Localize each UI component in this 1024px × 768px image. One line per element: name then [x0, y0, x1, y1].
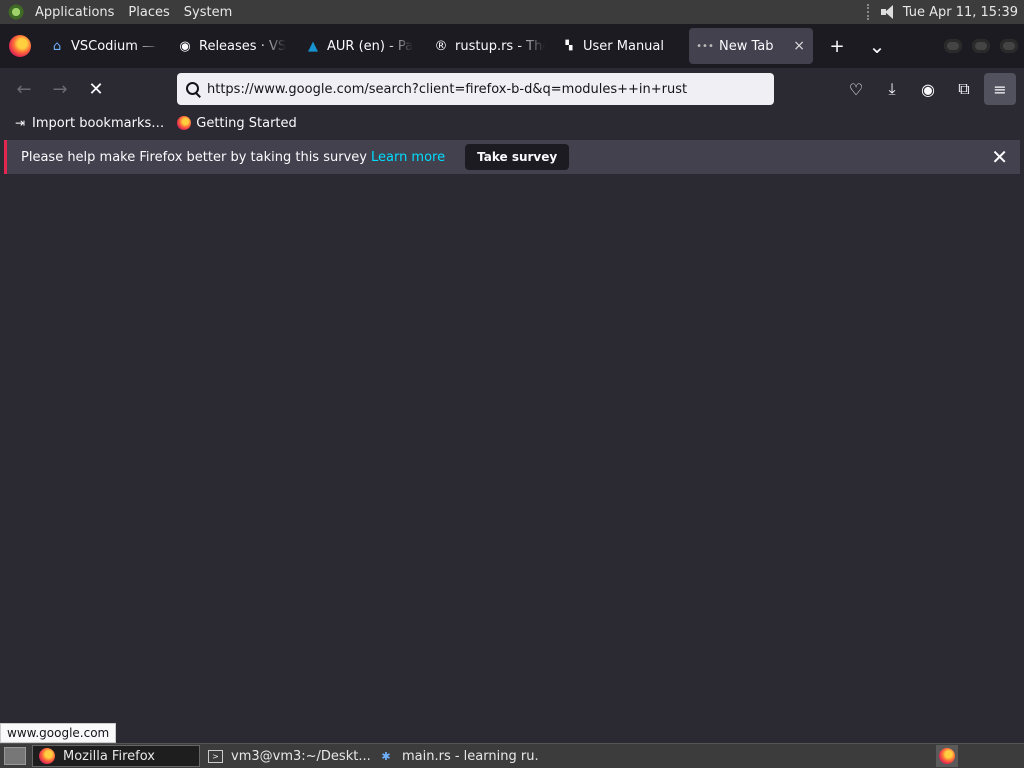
window-controls: [944, 39, 1018, 53]
bookmark-label: Getting Started: [196, 115, 297, 131]
task-terminal[interactable]: > vm3@vm3:~/Deskt...: [202, 745, 370, 767]
account-icon[interactable]: ◉: [912, 73, 944, 105]
extensions-icon[interactable]: ⧉: [948, 73, 980, 105]
rust-icon: ®: [434, 38, 448, 54]
import-icon: ⇥: [14, 116, 26, 130]
search-icon: [185, 81, 201, 97]
close-tab-icon[interactable]: ×: [793, 38, 805, 54]
tab-new-tab[interactable]: ••• New Tab ×: [689, 28, 813, 64]
tab-aur[interactable]: ▲ AUR (en) - Pa: [297, 28, 425, 64]
stop-button[interactable]: ✕: [78, 73, 114, 105]
task-label: Mozilla Firefox: [63, 748, 155, 764]
tab-label: New Tab: [719, 38, 774, 54]
status-url: www.google.com: [0, 723, 117, 743]
menu-system[interactable]: System: [177, 5, 239, 20]
task-vscodium[interactable]: ✱ main.rs - learning ru...: [372, 745, 540, 767]
forward-button[interactable]: →: [42, 73, 78, 105]
tab-label: AUR (en) - Pa: [327, 38, 414, 54]
pocket-icon[interactable]: ♡: [840, 73, 872, 105]
vscodium-icon: ✱: [381, 749, 391, 763]
menu-applications[interactable]: Applications: [28, 5, 121, 20]
tab-label: Releases · VS: [199, 38, 287, 54]
app-menu-button[interactable]: ≡: [984, 73, 1016, 105]
volume-icon[interactable]: [879, 4, 897, 20]
take-survey-button[interactable]: Take survey: [465, 144, 570, 170]
toolbar-actions: ♡ ⤓ ◉ ⧉ ≡: [840, 73, 1016, 105]
maximize-button[interactable]: [972, 39, 990, 53]
back-button[interactable]: ←: [6, 73, 42, 105]
task-label: main.rs - learning ru...: [402, 748, 540, 764]
tab-rustup[interactable]: ® rustup.rs - The: [425, 28, 553, 64]
manual-icon: ▚: [565, 41, 573, 51]
menu-places[interactable]: Places: [121, 5, 176, 20]
bookmarks-toolbar: ⇥ Import bookmarks… Getting Started: [0, 110, 1024, 136]
firefox-icon: [39, 748, 55, 764]
tab-vscodium[interactable]: ⌂ VSCodium — L: [41, 28, 169, 64]
bookmark-getting-started[interactable]: Getting Started: [176, 115, 297, 131]
clock[interactable]: Tue Apr 11, 15:39: [903, 5, 1018, 20]
firefox-view-icon[interactable]: [9, 35, 31, 57]
loading-icon: •••: [696, 40, 714, 52]
bookmark-import[interactable]: ⇥ Import bookmarks…: [12, 115, 164, 131]
task-label: vm3@vm3:~/Deskt...: [231, 748, 370, 764]
terminal-icon: >: [208, 749, 223, 763]
tab-label: User Manual: [583, 38, 665, 54]
new-tab-button[interactable]: +: [823, 32, 851, 60]
tab-strip: ⌂ VSCodium — L ◉ Releases · VS ▲ AUR (en…: [0, 24, 1024, 68]
firefox-icon: [176, 115, 192, 131]
bookmark-label: Import bookmarks…: [32, 115, 165, 131]
vscodium-icon: ⌂: [52, 38, 62, 54]
url-input[interactable]: [201, 80, 749, 98]
notification-text: Please help make Firefox better by takin…: [21, 149, 367, 165]
minimize-button[interactable]: [944, 39, 962, 53]
taskbar: Mozilla Firefox > vm3@vm3:~/Deskt... ✱ m…: [0, 743, 1024, 768]
show-desktop-icon[interactable]: [4, 747, 26, 765]
task-firefox[interactable]: Mozilla Firefox: [32, 745, 200, 767]
system-logo-icon[interactable]: [8, 3, 26, 21]
navigation-toolbar: ← → ✕ ♡ ⤓ ◉ ⧉ ≡: [0, 68, 1024, 110]
downloads-icon[interactable]: ⤓: [876, 73, 908, 105]
url-bar[interactable]: [177, 73, 774, 105]
tray-firefox-icon[interactable]: [936, 745, 958, 767]
learn-more-link[interactable]: Learn more: [371, 150, 445, 165]
close-window-button[interactable]: [1000, 39, 1018, 53]
tab-user-manual[interactable]: ▚ User Manual: [553, 28, 681, 64]
arch-icon: ▲: [308, 38, 318, 54]
survey-notification-bar: Please help make Firefox better by takin…: [4, 140, 1020, 174]
system-top-panel: Applications Places System Tue Apr 11, 1…: [0, 0, 1024, 24]
panel-grip-icon: [866, 4, 873, 20]
tab-label: VSCodium — L: [71, 38, 161, 54]
tab-label: rustup.rs - The: [455, 38, 545, 54]
tab-releases[interactable]: ◉ Releases · VS: [169, 28, 297, 64]
top-panel-tray: Tue Apr 11, 15:39: [866, 4, 1024, 20]
list-all-tabs-button[interactable]: ⌄: [863, 32, 891, 60]
page-content: [0, 180, 1024, 720]
close-icon[interactable]: ✕: [991, 145, 1008, 169]
github-icon: ◉: [179, 38, 191, 54]
